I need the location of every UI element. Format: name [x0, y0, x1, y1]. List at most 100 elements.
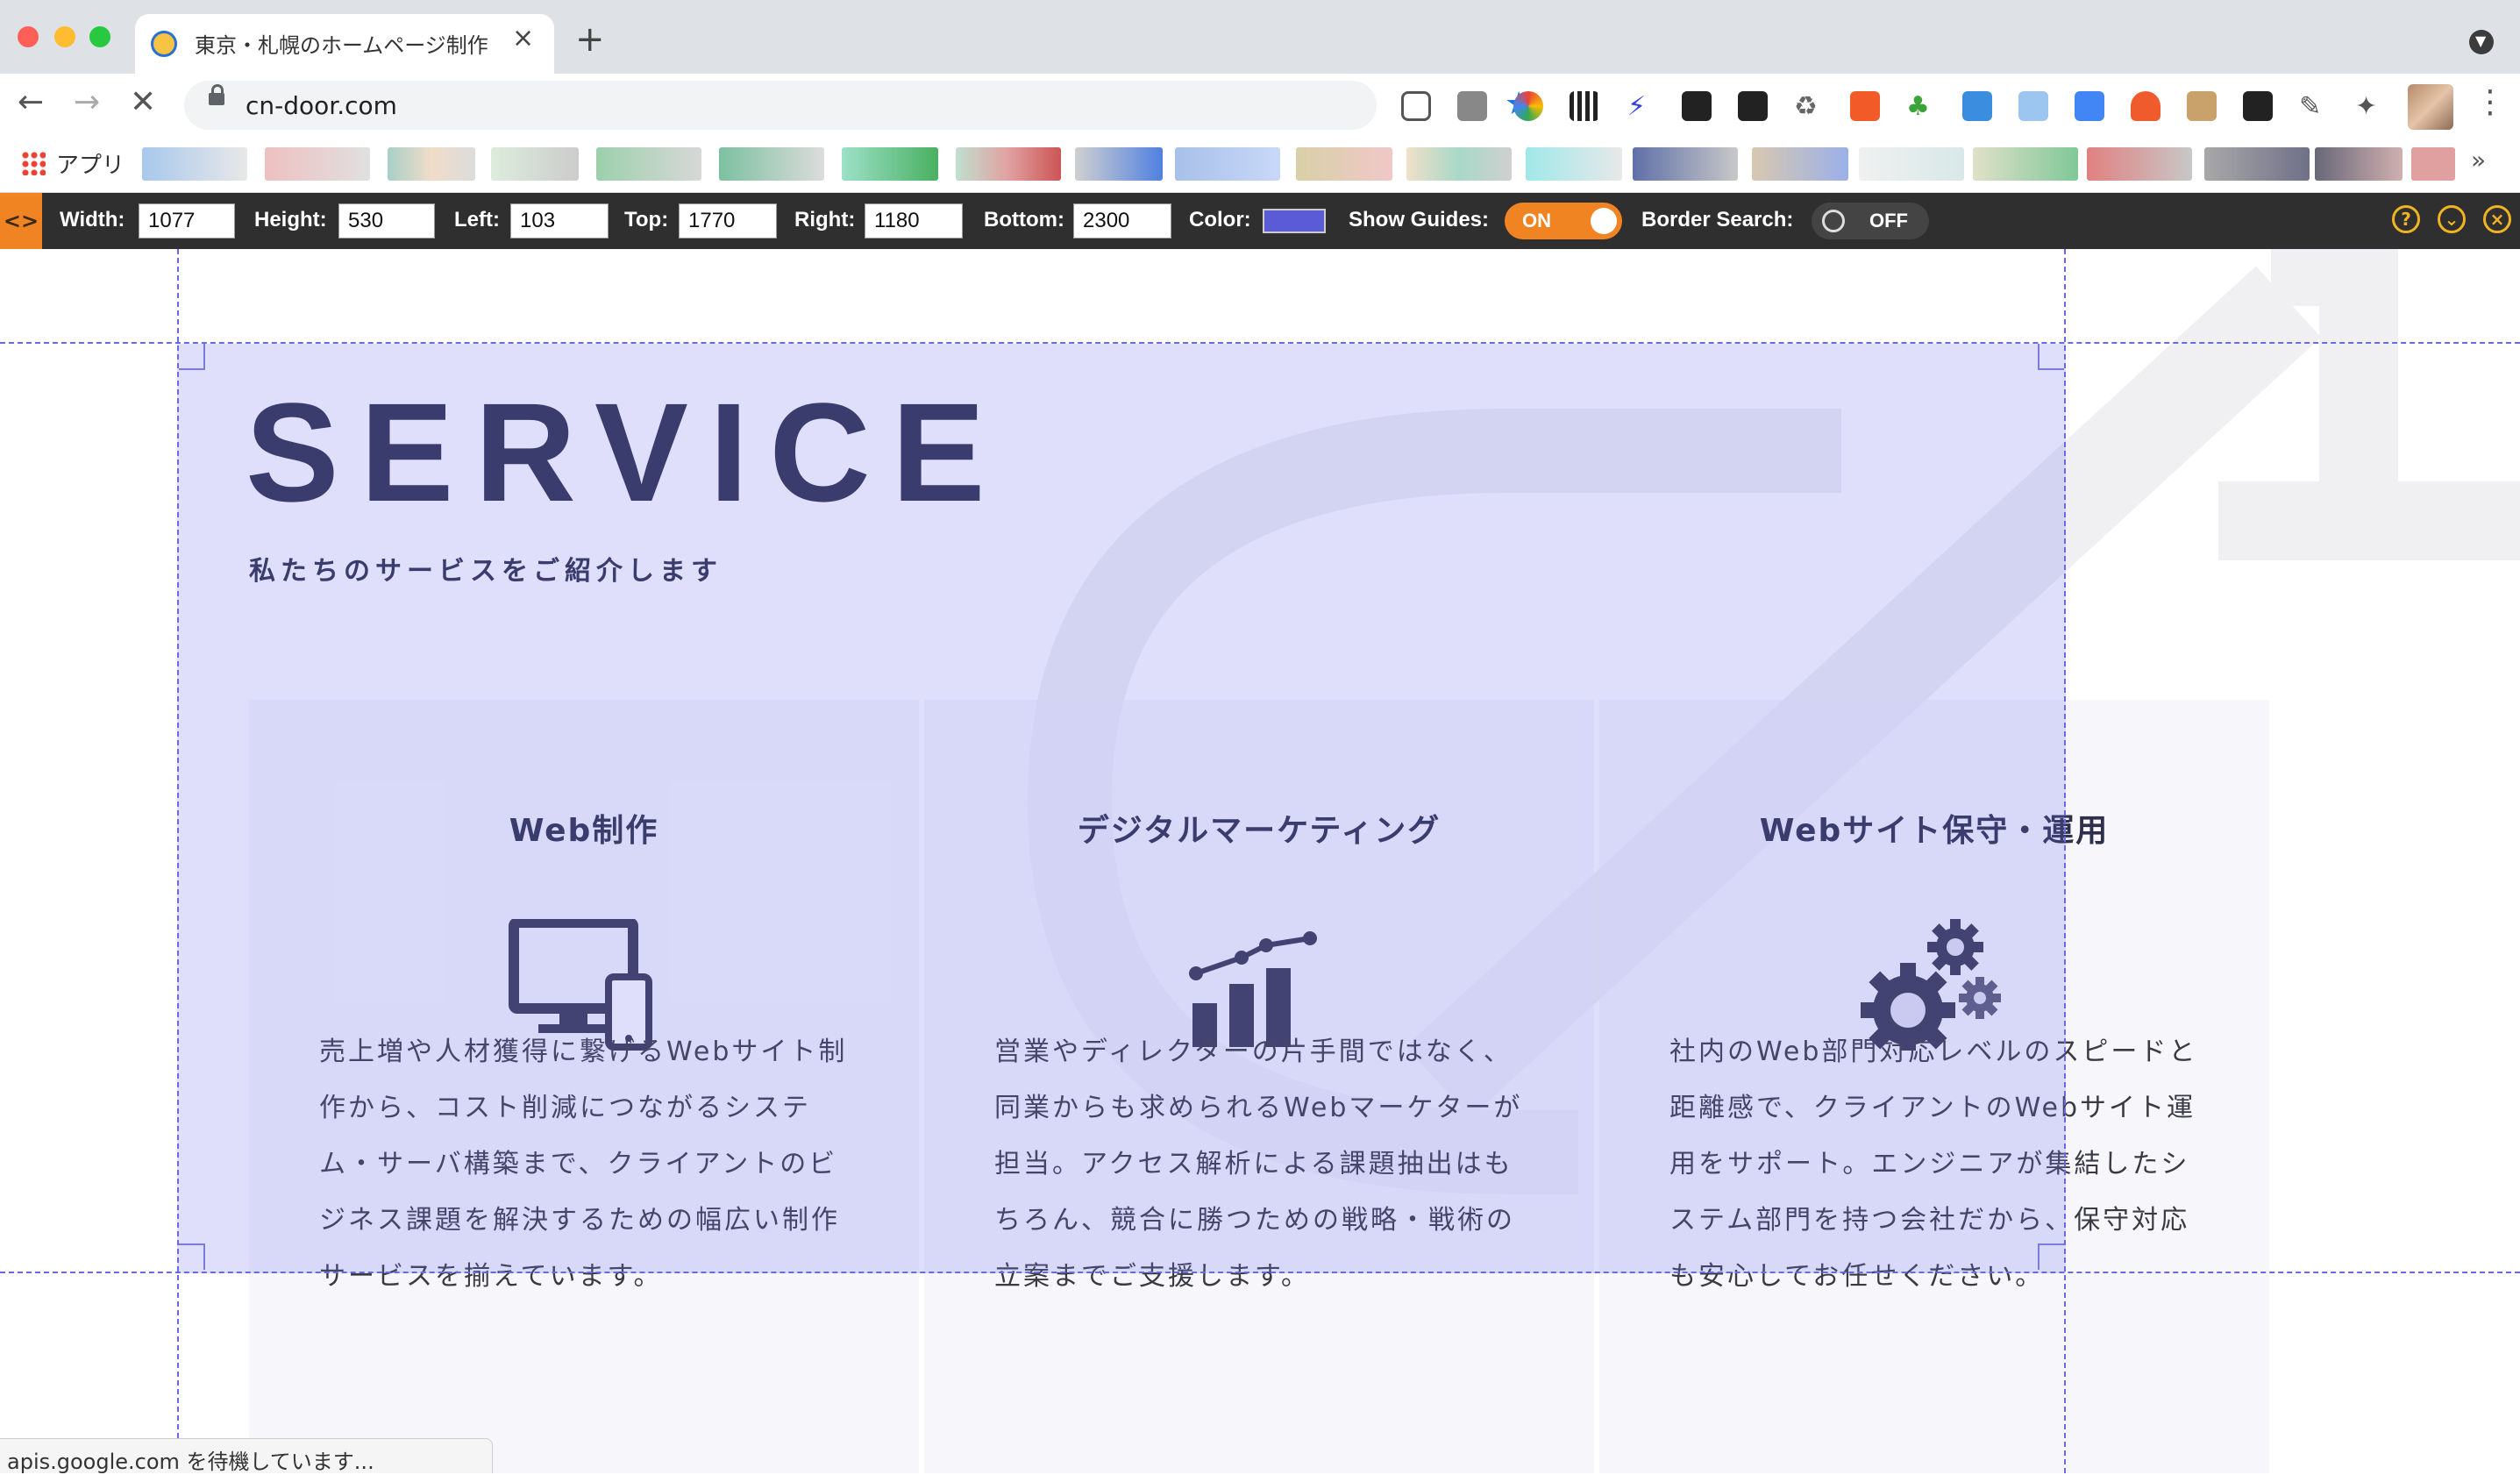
border-search-toggle[interactable]: OFF — [1812, 203, 1929, 239]
bookmark-item[interactable] — [1973, 147, 2078, 181]
bottom-input[interactable] — [1073, 203, 1171, 239]
back-button[interactable]: ← — [18, 84, 44, 120]
forward-button[interactable]: → — [74, 84, 100, 120]
bookmark-item[interactable] — [1406, 147, 1512, 181]
translate-extension-icon[interactable] — [1850, 91, 1880, 121]
resize-handle-bottom-right[interactable] — [2038, 1243, 2064, 1270]
guide-line-bottom — [0, 1272, 2520, 1273]
bookmark-item[interactable] — [142, 147, 247, 181]
width-label: Width: — [60, 208, 125, 232]
help-icon[interactable]: ? — [2392, 205, 2420, 233]
color-label: Color: — [1189, 208, 1251, 232]
new-tab-button[interactable]: + — [575, 19, 605, 60]
bookmark-item[interactable] — [596, 147, 701, 181]
color-picker-extension-icon[interactable] — [1513, 91, 1543, 121]
lightning-extension-icon[interactable]: ⚡ — [1627, 91, 1657, 122]
bookmark-item[interactable] — [1296, 147, 1392, 181]
close-window-button[interactable] — [18, 26, 39, 47]
stop-loading-button[interactable]: ✕ — [130, 84, 156, 120]
apps-bookmark[interactable]: アプリ — [56, 147, 125, 180]
height-label: Height: — [254, 208, 327, 232]
window-extension-icon[interactable] — [2018, 91, 2048, 121]
address-bar[interactable]: cn-door.com ★ — [184, 81, 1533, 130]
browser-menu-icon[interactable]: ⋮ — [2474, 84, 2506, 120]
guide-line-top — [0, 342, 2520, 344]
lock-icon[interactable] — [209, 84, 224, 105]
show-guides-state: ON — [1522, 210, 1551, 232]
camera-extension-icon[interactable] — [1457, 91, 1487, 121]
puzzle-extensions-icon[interactable]: ✦ — [2355, 91, 2385, 122]
bookmark-item[interactable] — [265, 147, 370, 181]
bookmark-item[interactable] — [491, 147, 579, 181]
clover-extension-icon[interactable]: ♣ — [1906, 91, 1936, 122]
apps-grid-icon[interactable] — [21, 151, 46, 175]
measure-tool-bar: <> Width: Height: Left: Top: Right: Bott… — [0, 193, 2520, 249]
border-search-state: OFF — [1869, 210, 1908, 232]
guide-line-left — [177, 249, 179, 1473]
show-guides-label: Show Guides: — [1349, 208, 1490, 232]
guide-line-right — [2064, 249, 2066, 1473]
bookmark-item[interactable] — [842, 147, 938, 181]
google-translate-extension-icon[interactable] — [2075, 91, 2104, 121]
bottom-label: Bottom: — [984, 208, 1064, 232]
bookmark-item[interactable] — [719, 147, 824, 181]
recycle-extension-icon[interactable]: ♻ — [1794, 91, 1824, 122]
bookmarks-bar: アプリ » — [0, 139, 2520, 193]
right-input[interactable] — [865, 203, 963, 239]
bookmark-item[interactable] — [1526, 147, 1622, 181]
tab-strip: 東京・札幌のホームページ制作 × + ▼ — [0, 0, 2520, 74]
tab-title: 東京・札幌のホームページ制作 — [195, 33, 488, 58]
bookmark-item[interactable] — [1859, 147, 1964, 181]
bookmark-item[interactable] — [2411, 147, 2455, 181]
top-label: Top: — [624, 208, 669, 232]
width-input[interactable] — [139, 203, 235, 239]
site-favicon-icon — [151, 31, 177, 57]
tab-search-button[interactable]: ▼ — [2469, 30, 2494, 54]
collapse-icon[interactable]: ⌄ — [2438, 205, 2466, 233]
show-guides-toggle[interactable]: ON — [1505, 203, 1622, 239]
bookmark-item[interactable] — [1633, 147, 1738, 181]
bookmark-item[interactable] — [2204, 147, 2310, 181]
toggle-knob — [1591, 208, 1617, 234]
height-input[interactable] — [338, 203, 435, 239]
bookmark-item[interactable] — [2315, 147, 2403, 181]
left-label: Left: — [454, 208, 500, 232]
bookmarks-overflow-button[interactable]: » — [2471, 146, 2486, 175]
checkbox-extension-icon[interactable] — [2243, 91, 2273, 121]
measure-selection-overlay[interactable] — [177, 344, 2066, 1273]
profile-avatar[interactable] — [2408, 84, 2453, 130]
url-text[interactable]: cn-door.com — [246, 91, 397, 120]
right-label: Right: — [794, 208, 856, 232]
bookmark-item[interactable] — [1752, 147, 1848, 181]
zoom-window-button[interactable] — [89, 26, 110, 47]
border-search-label: Border Search: — [1641, 208, 1794, 232]
alt-text-extension-icon[interactable] — [1682, 91, 1712, 121]
chevron-down-icon: ▼ — [2475, 32, 2487, 49]
resize-handle-top-left[interactable] — [179, 344, 205, 370]
eyedropper-extension-icon[interactable]: ✎ — [2299, 91, 2329, 122]
bookmark-item[interactable] — [1075, 147, 1163, 181]
ruler-extension-icon[interactable] — [2187, 91, 2217, 121]
color-swatch[interactable] — [1263, 209, 1326, 233]
wordpress-extension-icon[interactable] — [1738, 91, 1768, 121]
bookmark-item[interactable] — [956, 147, 1061, 181]
qr-code-extension-icon[interactable] — [1570, 91, 1599, 121]
download-extension-icon[interactable] — [1962, 91, 1992, 121]
tab-close-icon[interactable]: × — [512, 23, 534, 53]
toggle-knob — [1822, 210, 1845, 232]
bookmark-item[interactable] — [2087, 147, 2192, 181]
resize-handle-top-right[interactable] — [2038, 344, 2064, 370]
minimize-window-button[interactable] — [54, 26, 75, 47]
code-toggle-icon[interactable]: <> — [0, 193, 42, 249]
person-extension-icon[interactable] — [2131, 91, 2161, 121]
pocket-extension-icon[interactable] — [1401, 91, 1431, 121]
close-tool-icon[interactable]: × — [2483, 205, 2511, 233]
browser-tab[interactable]: 東京・札幌のホームページ制作 × — [135, 14, 554, 74]
web-page: SERVICE 私たちのサービスをご紹介します Web制作 売上増や人材獲得に繋… — [0, 249, 2520, 1473]
left-input[interactable] — [510, 203, 609, 239]
status-bubble: apis.google.com を待機しています... — [0, 1438, 493, 1474]
bookmark-item[interactable] — [1175, 147, 1280, 181]
resize-handle-bottom-left[interactable] — [179, 1243, 205, 1270]
bookmark-item[interactable] — [388, 147, 475, 181]
top-input[interactable] — [679, 203, 777, 239]
